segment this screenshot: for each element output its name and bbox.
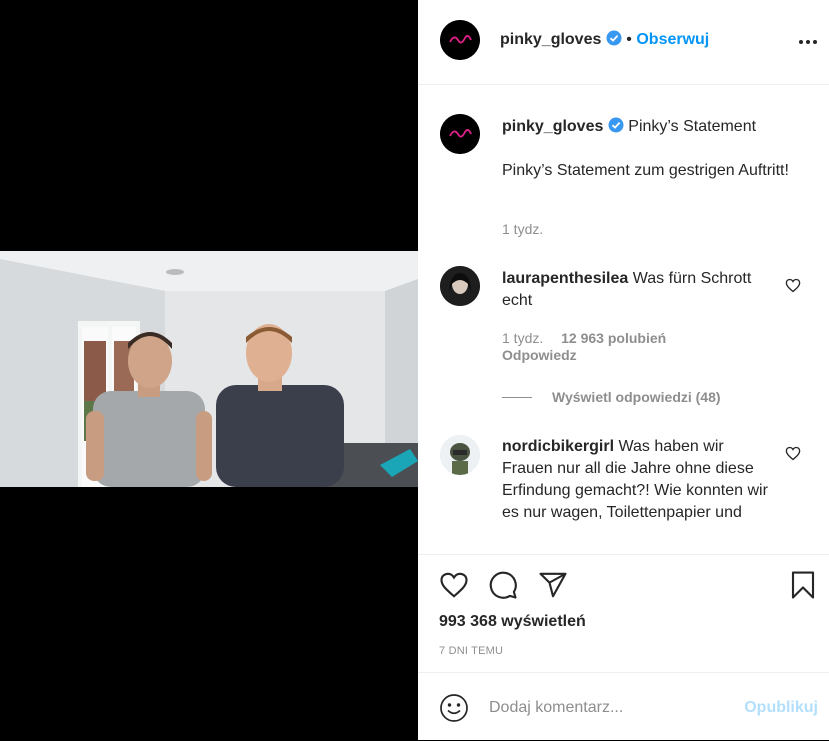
- comment-body: nordicbikergirl Was haben wir Frauen nur…: [502, 436, 772, 524]
- avatar[interactable]: [440, 20, 480, 60]
- comment-like-icon[interactable]: [785, 278, 801, 298]
- comment-username[interactable]: laurapenthesilea: [502, 270, 628, 287]
- header-separator: •: [626, 31, 632, 48]
- publish-button[interactable]: Opublikuj: [744, 699, 818, 717]
- send-icon[interactable]: [538, 570, 568, 605]
- caption-header: pinky_gloves Pinky’s Statement: [502, 116, 756, 140]
- comment-avatar[interactable]: [440, 435, 480, 475]
- comment-avatar[interactable]: [440, 266, 480, 306]
- add-comment-bar: Dodaj komentarz... Opublikuj: [418, 672, 829, 741]
- video-frame-image: [0, 251, 418, 487]
- view-replies-button[interactable]: Wyświetl odpowiedzi (48): [552, 389, 721, 405]
- video-player[interactable]: [0, 251, 418, 487]
- more-options-icon[interactable]: [798, 32, 818, 57]
- post-actions: 993 368 wyświetleń 7 DNI TEMU: [418, 554, 829, 672]
- comment-username[interactable]: nordicbikergirl: [502, 438, 614, 455]
- post-timestamp[interactable]: 7 DNI TEMU: [439, 645, 503, 657]
- reply-button[interactable]: Odpowiedz: [502, 347, 577, 363]
- comment-meta: 1 tydz. 12 963 polubień: [502, 330, 666, 346]
- pinky-logo-icon: [440, 20, 480, 60]
- comment-input[interactable]: Dodaj komentarz...: [489, 699, 623, 717]
- heart-icon[interactable]: [439, 571, 469, 604]
- post-panel: pinky_gloves • Obserwuj pinky_gloves Pin…: [418, 0, 829, 740]
- replies-divider: [502, 397, 532, 398]
- view-count[interactable]: 993 368 wyświetleń: [439, 613, 586, 631]
- caption-avatar[interactable]: [440, 114, 480, 154]
- comment-body: laurapenthesilea Was fürn Schrott echt: [502, 268, 772, 312]
- caption-body: Pinky’s Statement zum gestrigen Auftritt…: [502, 162, 789, 179]
- post-header: pinky_gloves • Obserwuj: [418, 0, 829, 85]
- post-media[interactable]: [0, 0, 418, 740]
- header-username[interactable]: pinky_gloves: [500, 31, 601, 48]
- follow-button[interactable]: Obserwuj: [636, 31, 709, 48]
- comment-likes[interactable]: 12 963 polubień: [561, 330, 666, 346]
- emoji-icon[interactable]: [439, 693, 469, 728]
- user-avatar-photo: [440, 266, 480, 306]
- caption-title: Pinky’s Statement: [628, 118, 757, 135]
- bookmark-icon[interactable]: [789, 570, 817, 605]
- user-avatar-photo: [440, 435, 480, 475]
- caption-time[interactable]: 1 tydz.: [502, 221, 543, 237]
- verified-badge-icon: [606, 30, 622, 51]
- comments-list[interactable]: pinky_gloves Pinky’s Statement Pinky’s S…: [418, 85, 829, 554]
- verified-badge-icon: [608, 117, 624, 140]
- caption-username[interactable]: pinky_gloves: [502, 118, 603, 135]
- comment-like-icon[interactable]: [785, 446, 801, 466]
- comment-icon[interactable]: [488, 570, 518, 605]
- comment-time[interactable]: 1 tydz.: [502, 330, 543, 346]
- pinky-logo-icon: [440, 114, 480, 154]
